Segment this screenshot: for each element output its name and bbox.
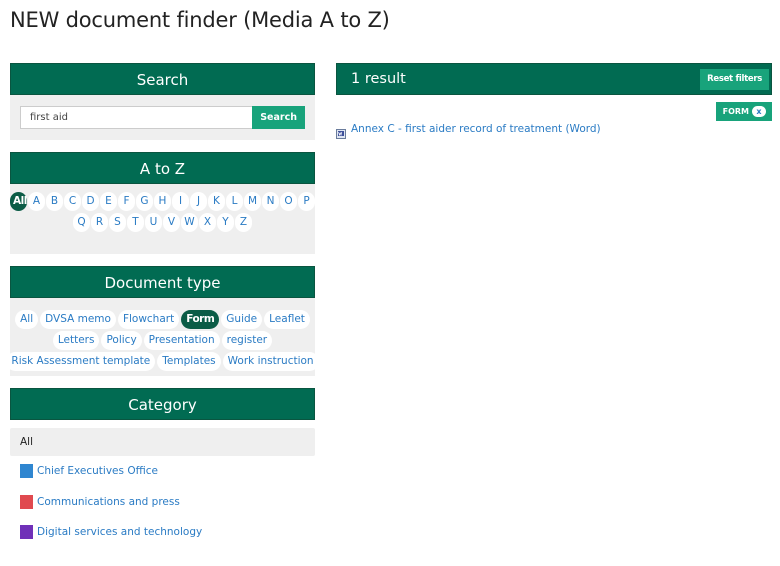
az-letter-f[interactable]: F: [118, 192, 135, 211]
doctype-flowchart[interactable]: Flowchart: [117, 310, 180, 329]
az-letter-s[interactable]: S: [109, 213, 126, 232]
category-panel-header: Category: [10, 388, 315, 420]
az-letter-r[interactable]: R: [91, 213, 108, 232]
category-panel: Category All Chief Executives Office Comm…: [10, 388, 315, 548]
az-letter-p[interactable]: P: [298, 192, 315, 211]
category-color-swatch: [20, 464, 33, 479]
search-panel-header: Search: [10, 63, 315, 95]
az-letter-k[interactable]: K: [208, 192, 225, 211]
az-letter-g[interactable]: G: [136, 192, 153, 211]
doctype-panel: Document type All DVSA memo Flowchart Form G…: [6, 266, 319, 376]
search-panel: Search Search: [10, 63, 315, 140]
az-panel-header: A to Z: [10, 152, 315, 184]
search-panel-body: Search: [10, 95, 315, 140]
az-panel: A to Z All A B C D E F G H I J K L M N O P QRSTUVWXYZ: [10, 152, 315, 254]
category-item[interactable]: Communications and press: [10, 487, 315, 518]
az-letter-v[interactable]: V: [163, 213, 180, 232]
doctype-work-instruction[interactable]: Work instruction: [222, 352, 319, 371]
result-item: Annex C - first aider record of treatmen…: [336, 123, 772, 139]
doctype-risk-assessment-template[interactable]: Risk Assessment template: [6, 352, 156, 371]
category-label: Digital services and technology: [37, 526, 203, 539]
az-letter-x[interactable]: X: [199, 213, 216, 232]
az-panel-body: All A B C D E F G H I J K L M N O P QRSTUVWXYZ: [10, 184, 315, 254]
az-letter-e[interactable]: E: [100, 192, 117, 211]
filter-sidebar: Search Search A to Z AllABCDEFGHIJKLMNOP…: [6, 63, 319, 560]
category-list: Chief Executives Office Communications an…: [10, 456, 315, 548]
doctype-row: Risk Assessment template Templates Work in…: [6, 352, 319, 371]
az-letter-y[interactable]: Y: [217, 213, 234, 232]
active-filter-tag[interactable]: FORM x: [715, 102, 772, 121]
az-letter-m[interactable]: M: [244, 192, 261, 211]
result-link[interactable]: Annex C - first aider record of treatmen…: [351, 123, 601, 135]
category-item[interactable]: Digital services and technology: [10, 517, 315, 548]
category-item[interactable]: Chief Executives Office: [10, 456, 315, 487]
page-title: NEW document finder (Media A to Z): [10, 8, 390, 32]
doctype-row: All DVSA memo Flowchart Form Guide Leaflet: [14, 310, 311, 329]
doctype-row: Letters Policy Presentation register: [14, 331, 311, 350]
active-filter-label: FORM: [722, 107, 749, 116]
results-area: 1 result Reset filters FORM x Annex C - …: [336, 63, 772, 139]
az-letter-h[interactable]: H: [154, 192, 171, 211]
az-letter-j[interactable]: J: [190, 192, 207, 211]
az-letter-d[interactable]: D: [82, 192, 99, 211]
category-all[interactable]: All: [10, 428, 315, 456]
doctype-form[interactable]: Form: [181, 310, 220, 329]
doctype-policy[interactable]: Policy: [101, 331, 142, 350]
results-count: 1 result: [351, 71, 406, 87]
search-input[interactable]: [20, 106, 253, 129]
doctype-presentation[interactable]: Presentation: [143, 331, 220, 350]
az-row: All A B C D E F G H I J K L M N O P: [10, 192, 315, 211]
az-letter-q[interactable]: Q: [73, 213, 90, 232]
search-button[interactable]: Search: [252, 106, 305, 129]
doctype-panel-body: All DVSA memo Flowchart Form Guide Leaflet Let…: [6, 298, 319, 376]
doctype-panel-header: Document type: [10, 266, 315, 298]
category-color-swatch: [20, 494, 33, 509]
az-letter-o[interactable]: O: [280, 192, 297, 211]
doctype-guide[interactable]: Guide: [221, 310, 263, 329]
doctype-all[interactable]: All: [15, 310, 39, 329]
az-letter-t[interactable]: T: [127, 213, 144, 232]
remove-filter-icon[interactable]: x: [752, 106, 766, 117]
az-letter-c[interactable]: C: [64, 192, 81, 211]
doctype-dvsa-memo[interactable]: DVSA memo: [40, 310, 116, 329]
doctype-leaflet[interactable]: Leaflet: [264, 310, 310, 329]
doctype-templates[interactable]: Templates: [157, 352, 221, 371]
category-label: Chief Executives Office: [37, 465, 158, 478]
az-letter-all[interactable]: All: [10, 192, 27, 211]
results-header: 1 result Reset filters: [336, 63, 772, 95]
doctype-register[interactable]: register: [221, 331, 273, 350]
az-letter-w[interactable]: W: [181, 213, 198, 232]
az-letter-l[interactable]: L: [226, 192, 243, 211]
az-row: QRSTUVWXYZ: [10, 213, 315, 232]
reset-filters-button[interactable]: Reset filters: [700, 68, 769, 90]
active-filters: FORM x: [336, 102, 772, 121]
category-label: Communications and press: [37, 495, 180, 508]
word-document-icon: [336, 124, 346, 139]
az-letter-u[interactable]: U: [145, 213, 162, 232]
az-letter-i[interactable]: I: [172, 192, 189, 211]
doctype-letters[interactable]: Letters: [52, 331, 100, 350]
az-letter-n[interactable]: N: [262, 192, 279, 211]
az-letter-z[interactable]: Z: [235, 213, 252, 232]
category-color-swatch: [20, 525, 33, 540]
az-letter-b[interactable]: B: [46, 192, 63, 211]
az-letter-a[interactable]: A: [28, 192, 45, 211]
